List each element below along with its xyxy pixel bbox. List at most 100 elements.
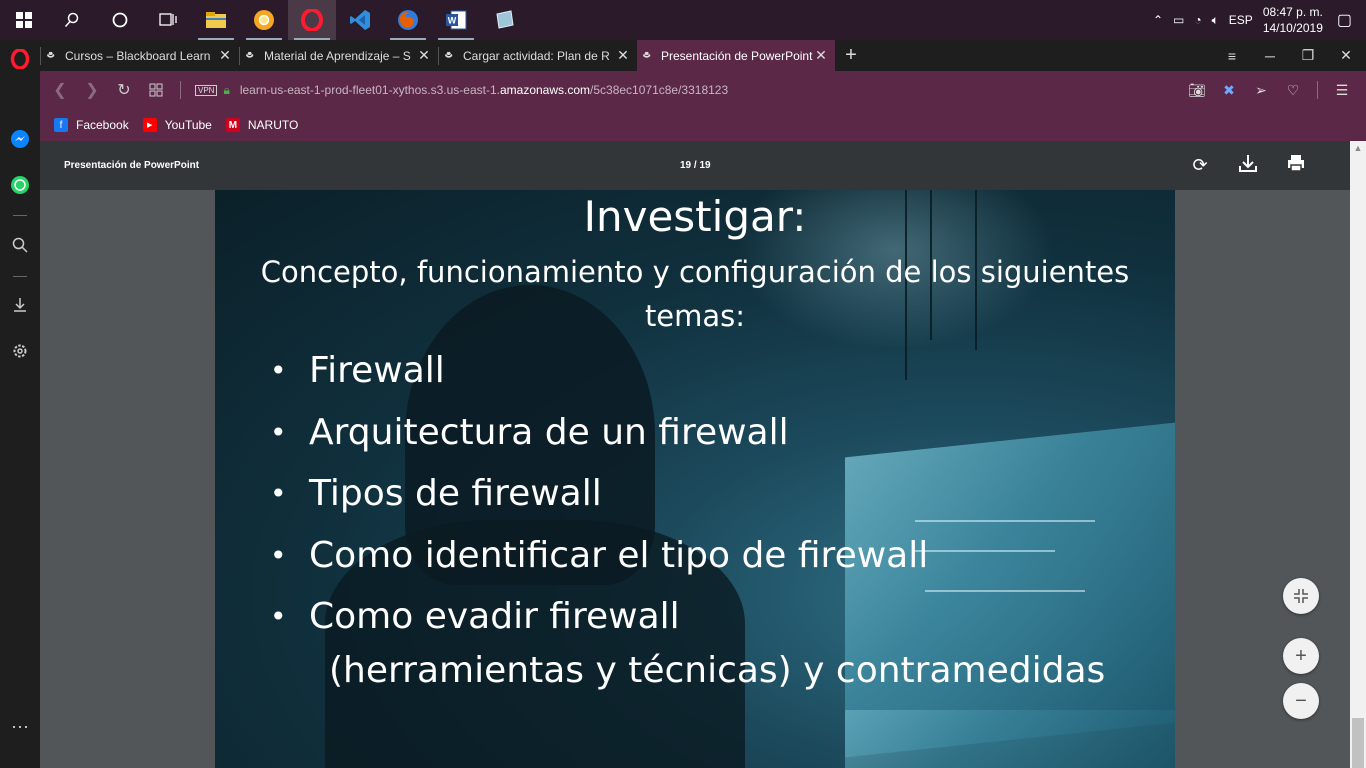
tab-title: Cursos – Blackboard Learn	[65, 48, 211, 63]
address-divider	[180, 81, 181, 99]
search-icon[interactable]	[48, 0, 96, 40]
clock-time: 08:47 p. m.	[1262, 5, 1323, 19]
tab-presentacion[interactable]: 🎩︎ Presentación de PowerPoint ✕	[637, 40, 835, 71]
device-icon[interactable]: ▭	[1173, 13, 1184, 27]
heart-icon[interactable]: ♡	[1277, 82, 1309, 99]
zoom-out-button[interactable]: −	[1283, 683, 1319, 719]
naruto-icon: M	[225, 118, 240, 132]
bullet-item: • Firewall	[270, 340, 928, 402]
incognito-icon: 🎩︎	[643, 47, 651, 62]
url-field[interactable]: learn-us-east-1-prod-fleet01-xythos.s3.u…	[240, 83, 728, 97]
pdf-toolbar: Presentación de PowerPoint 19 / 19 ⟳	[40, 141, 1350, 190]
bookmark-label: Facebook	[76, 118, 129, 132]
downloads-icon[interactable]	[0, 290, 40, 320]
adblock-icon[interactable]: ✖	[1213, 82, 1245, 99]
fit-page-button[interactable]	[1283, 578, 1319, 614]
system-tray: ⌃ ▭ ◔ 🔈︎ ESP 08:47 p. m. 14/10/2019 ▢	[1153, 0, 1366, 40]
speed-dial-icon[interactable]	[140, 71, 172, 109]
zoom-in-button[interactable]: +	[1283, 638, 1319, 674]
divider	[1317, 81, 1318, 99]
scrollbar-thumb[interactable]	[1352, 718, 1364, 768]
close-icon[interactable]: ✕	[813, 47, 829, 64]
download-icon[interactable]	[1224, 153, 1272, 178]
windows-start-icon[interactable]	[0, 0, 48, 40]
slide-title: Investigar:	[583, 192, 807, 241]
url-domain: amazonaws.com	[499, 83, 591, 97]
url-prefix: learn-us-east-1-prod-fleet01-xythos.s3.u…	[239, 83, 500, 97]
incognito-icon: 🎩︎	[445, 47, 453, 62]
tab-material[interactable]: 🎩︎ Material de Aprendizaje – S ✕	[240, 40, 438, 71]
close-icon[interactable]: ✕	[615, 47, 631, 64]
close-window-icon[interactable]: ✕	[1326, 40, 1366, 71]
chrome-canary-icon[interactable]	[240, 0, 288, 40]
scroll-up-arrow-icon[interactable]: ▲	[1352, 143, 1364, 155]
print-icon[interactable]	[1272, 153, 1320, 178]
opera-logo-icon[interactable]	[0, 44, 40, 74]
rotate-icon[interactable]: ⟳	[1176, 155, 1224, 176]
bullet-dot-icon: •	[270, 600, 287, 634]
restore-icon[interactable]: ❐	[1288, 40, 1328, 71]
bullet-text: Tipos de firewall	[309, 473, 602, 515]
new-tab-button[interactable]: +	[835, 40, 867, 71]
search-icon[interactable]	[0, 230, 40, 260]
vertical-scrollbar[interactable]	[1350, 141, 1366, 768]
bullet-continuation: (herramientas y técnicas) y contramedida…	[329, 650, 1106, 691]
bullet-dot-icon: •	[270, 477, 287, 511]
facebook-icon: f	[54, 118, 68, 132]
svg-text:W: W	[448, 16, 457, 26]
lock-icon[interactable]: 🔒︎	[223, 83, 229, 98]
bullet-item: • Arquitectura de un firewall	[270, 402, 928, 464]
language-indicator[interactable]: ESP	[1229, 13, 1253, 27]
vpn-badge[interactable]: VPN	[195, 84, 218, 96]
page-indicator[interactable]: 19 / 19	[680, 160, 711, 171]
bullet-dot-icon: •	[270, 354, 287, 388]
close-icon[interactable]: ✕	[217, 47, 233, 64]
tab-menu-icon[interactable]: ≡	[1212, 40, 1252, 71]
notes-icon[interactable]	[480, 0, 528, 40]
incognito-icon: 🎩︎	[47, 47, 55, 62]
opera-taskbar-icon[interactable]	[288, 0, 336, 40]
reload-icon[interactable]: ↻	[108, 71, 140, 109]
forward-icon[interactable]: ❯	[76, 71, 108, 109]
word-icon[interactable]: W	[432, 0, 480, 40]
pdf-actions: ⟳	[1176, 141, 1320, 190]
bullet-text: Como evadir firewall	[309, 596, 680, 638]
whatsapp-icon[interactable]	[0, 170, 40, 200]
close-icon[interactable]: ✕	[416, 47, 432, 64]
notifications-icon[interactable]: ▢	[1337, 10, 1352, 30]
minimize-icon[interactable]: ─	[1250, 40, 1290, 71]
clock[interactable]: 08:47 p. m. 14/10/2019	[1263, 4, 1323, 36]
monitor-line	[915, 520, 1095, 522]
bookmark-facebook[interactable]: f Facebook	[54, 118, 129, 132]
settings-icon[interactable]	[0, 336, 40, 366]
slide-page: Investigar: Concepto, funcionamiento y c…	[215, 190, 1175, 768]
more-icon[interactable]: ⋯	[0, 712, 40, 742]
back-icon[interactable]: ❮	[44, 71, 76, 109]
messenger-icon[interactable]	[0, 124, 40, 154]
bullet-text: Como identificar el tipo de firewall	[309, 534, 929, 576]
bullet-item: • Como identificar el tipo de firewall	[270, 525, 928, 587]
file-explorer-icon[interactable]	[192, 0, 240, 40]
bookmark-naruto[interactable]: M NARUTO	[225, 118, 298, 132]
bookmark-youtube[interactable]: ▶ YouTube	[142, 118, 212, 132]
chevron-up-icon[interactable]: ⌃	[1153, 13, 1163, 27]
bookmark-label: YouTube	[164, 118, 212, 132]
bullet-text: Arquitectura de un firewall	[309, 411, 789, 453]
send-icon[interactable]: ➢	[1245, 82, 1277, 99]
pdf-viewer[interactable]: Investigar: Concepto, funcionamiento y c…	[40, 190, 1350, 768]
firefox-icon[interactable]	[384, 0, 432, 40]
tab-title: Cargar actividad: Plan de R	[463, 48, 610, 63]
tab-cargar-actividad[interactable]: 🎩︎ Cargar actividad: Plan de R ✕	[439, 40, 637, 71]
volume-icon[interactable]: 🔈︎	[1212, 13, 1219, 28]
camera-icon[interactable]: 📷︎	[1181, 82, 1213, 99]
pdf-title: Presentación de PowerPoint	[64, 160, 200, 171]
address-actions: 📷︎ ✖ ➢ ♡ ☰	[1181, 71, 1358, 109]
cortana-icon[interactable]	[96, 0, 144, 40]
tab-blackboard[interactable]: 🎩︎ Cursos – Blackboard Learn ✕	[41, 40, 239, 71]
wifi-icon[interactable]: ◔	[1194, 13, 1201, 27]
monitor-line	[925, 590, 1085, 592]
vscode-icon[interactable]	[336, 0, 384, 40]
easy-setup-icon[interactable]: ☰	[1326, 82, 1358, 99]
task-view-icon[interactable]	[144, 0, 192, 40]
keyboard-decoration	[845, 710, 1175, 768]
